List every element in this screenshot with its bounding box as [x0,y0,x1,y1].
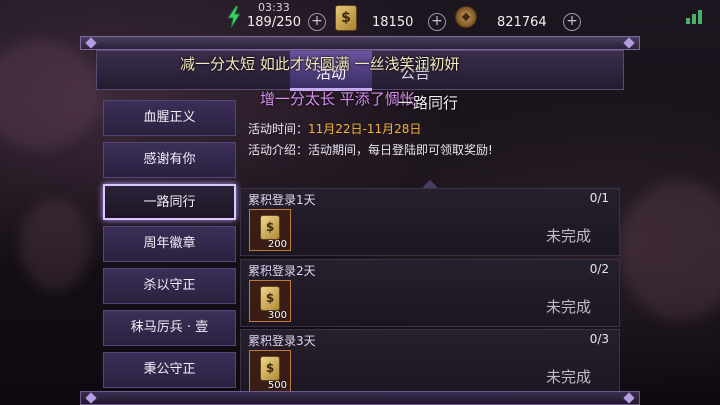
reward-item[interactable]: $ 500 [249,350,291,392]
task-status: 未完成 [546,298,592,316]
status-bar: 03:33 189/250 + $ 18150 + 821764 + [0,0,720,36]
activity-time-row: 活动时间：11月22日-11月28日 [248,120,421,137]
coins-value: 18150 [372,15,414,30]
coin-ticket-icon: $ [260,215,280,240]
task-status: 未完成 [546,227,592,245]
menu-item-prepare-for-battle[interactable]: 秣马厉兵 · 壹 [103,310,236,346]
task-title: 累积登录3天 [248,334,316,348]
menu-item-uphold-justice[interactable]: 秉公守正 [103,352,236,388]
reward-quantity: 200 [267,239,287,250]
task-title: 累积登录1天 [248,193,316,207]
task-card: 累积登录1天 0/1 $ 200 未完成 [240,188,620,256]
activity-desc-row: 活动介绍：活动期间，每日登陆即可领取奖励! [248,141,493,158]
add-copper-button[interactable]: + [563,13,581,31]
activity-title: 一路同行 [398,94,459,112]
coin-ticket-icon: $ [335,5,357,31]
stamina-value: 189/250 [247,15,302,30]
window-frame-top [80,36,640,50]
coin-ticket-icon: $ [260,286,280,311]
task-progress: 0/2 [589,262,609,276]
reward-quantity: 300 [267,310,287,321]
task-card: 累积登录2天 0/2 $ 300 未完成 [240,259,620,327]
reward-item[interactable]: $ 200 [249,209,291,251]
menu-item-kill-to-uphold[interactable]: 杀以守正 [103,268,236,304]
task-progress: 0/1 [589,191,609,205]
signal-icon [686,8,708,24]
scrolling-text-line-2: 增一分太长 平添了惆怅 [260,90,415,108]
menu-item-thank-you[interactable]: 感谢有你 [103,142,236,178]
copper-value: 821764 [497,15,547,30]
menu-item-anniversary-badge[interactable]: 周年徽章 [103,226,236,262]
reward-quantity: 500 [267,380,287,391]
activity-time-label: 活动时间： [248,122,309,136]
stamina-lightning-icon [227,6,241,28]
task-card: 累积登录3天 0/3 $ 500 未完成 [240,329,620,397]
activity-desc-value: 活动期间，每日登陆即可领取奖励! [308,143,493,157]
window-frame-bottom [80,391,640,405]
activity-time-value: 11月22日-11月28日 [308,122,422,136]
scrolling-text-line-1: 减一分太短 如此才好圆满 一丝浅笑润初妍 [180,55,460,73]
copper-coin-icon [455,6,477,28]
menu-item-journey-together[interactable]: 一路同行 [103,184,236,220]
activity-desc-label: 活动介绍： [248,143,309,157]
add-coins-button[interactable]: + [428,13,446,31]
clock: 03:33 [258,1,290,14]
task-title: 累积登录2天 [248,264,316,278]
menu-item-blood-justice[interactable]: 血腥正义 [103,100,236,136]
task-progress: 0/3 [589,332,609,346]
reward-item[interactable]: $ 300 [249,280,291,322]
add-stamina-button[interactable]: + [308,13,326,31]
task-status: 未完成 [546,368,592,386]
coin-ticket-icon: $ [260,356,280,381]
